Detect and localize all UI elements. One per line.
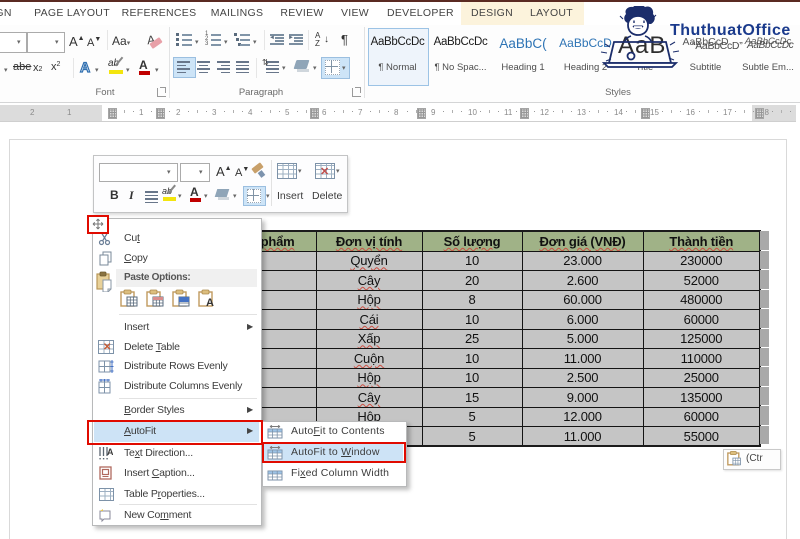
svg-text:A: A [107, 447, 113, 457]
svg-text:A: A [206, 297, 214, 308]
